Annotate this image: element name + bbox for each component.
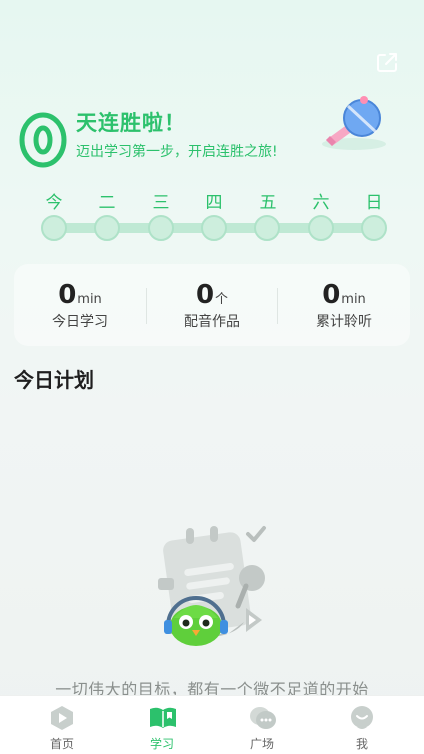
streak-subtitle: 迈出学习第一步，开启连胜之旅! (76, 144, 278, 160)
tab-study[interactable]: 学习 (109, 696, 215, 754)
stat-value: 0 (195, 280, 215, 310)
share-icon (377, 53, 397, 72)
stat-value: 0 (322, 280, 341, 310)
day-dot[interactable] (94, 215, 120, 241)
streak-count-icon (19, 112, 67, 168)
tab-label: 学习 (149, 737, 174, 751)
tab-home[interactable]: 首页 (9, 696, 115, 754)
tab-square[interactable]: 广场 (209, 696, 315, 754)
day-dot[interactable] (148, 215, 174, 241)
week-day-label: 二 (98, 193, 116, 213)
stat-today-study[interactable]: 0min 今日学习 (15, 280, 145, 331)
stat-total-listening[interactable]: 0min 累计聆听 (279, 280, 409, 331)
day-dot[interactable] (201, 215, 227, 241)
play-icon (49, 705, 75, 731)
stat-unit: min (341, 292, 366, 307)
stat-label: 今日学习 (52, 314, 108, 330)
streak-title: 天连胜啦！ (76, 111, 186, 135)
week-day-label: 日 (365, 193, 383, 213)
empty-plan-illustration (148, 522, 278, 654)
stat-unit: 个 (215, 292, 229, 307)
chat-bubbles-icon (249, 705, 276, 731)
week-day-label: 今 (45, 193, 63, 213)
week-days: 今 二 三 四 五 六 日 (28, 188, 400, 213)
share-button[interactable] (376, 51, 400, 73)
bottom-tab-bar: 首页 学习 广场 我 (0, 695, 424, 754)
day-dot[interactable] (254, 215, 280, 241)
tab-label: 我 (355, 737, 368, 751)
day-dot[interactable] (361, 215, 387, 241)
stat-label: 配音作品 (184, 314, 240, 330)
stat-value: 0 (58, 280, 77, 310)
microphone-illustration (318, 96, 390, 154)
week-day-label: 四 (205, 193, 223, 213)
profile-icon (349, 705, 375, 731)
day-dot-today[interactable] (41, 215, 67, 241)
week-day-label: 五 (259, 193, 277, 213)
stat-unit: min (77, 292, 102, 307)
stat-label: 累计聆听 (316, 314, 372, 330)
tab-label: 首页 (49, 737, 74, 751)
divider (277, 288, 278, 324)
day-dot[interactable] (308, 215, 334, 241)
plan-title: 今日计划 (14, 368, 94, 392)
tab-me[interactable]: 我 (309, 696, 415, 754)
tab-label: 广场 (249, 737, 274, 751)
book-icon (149, 705, 176, 731)
week-day-label: 六 (312, 193, 330, 213)
week-day-label: 三 (152, 193, 170, 213)
stat-dubbing-works[interactable]: 0个 配音作品 (147, 280, 277, 331)
